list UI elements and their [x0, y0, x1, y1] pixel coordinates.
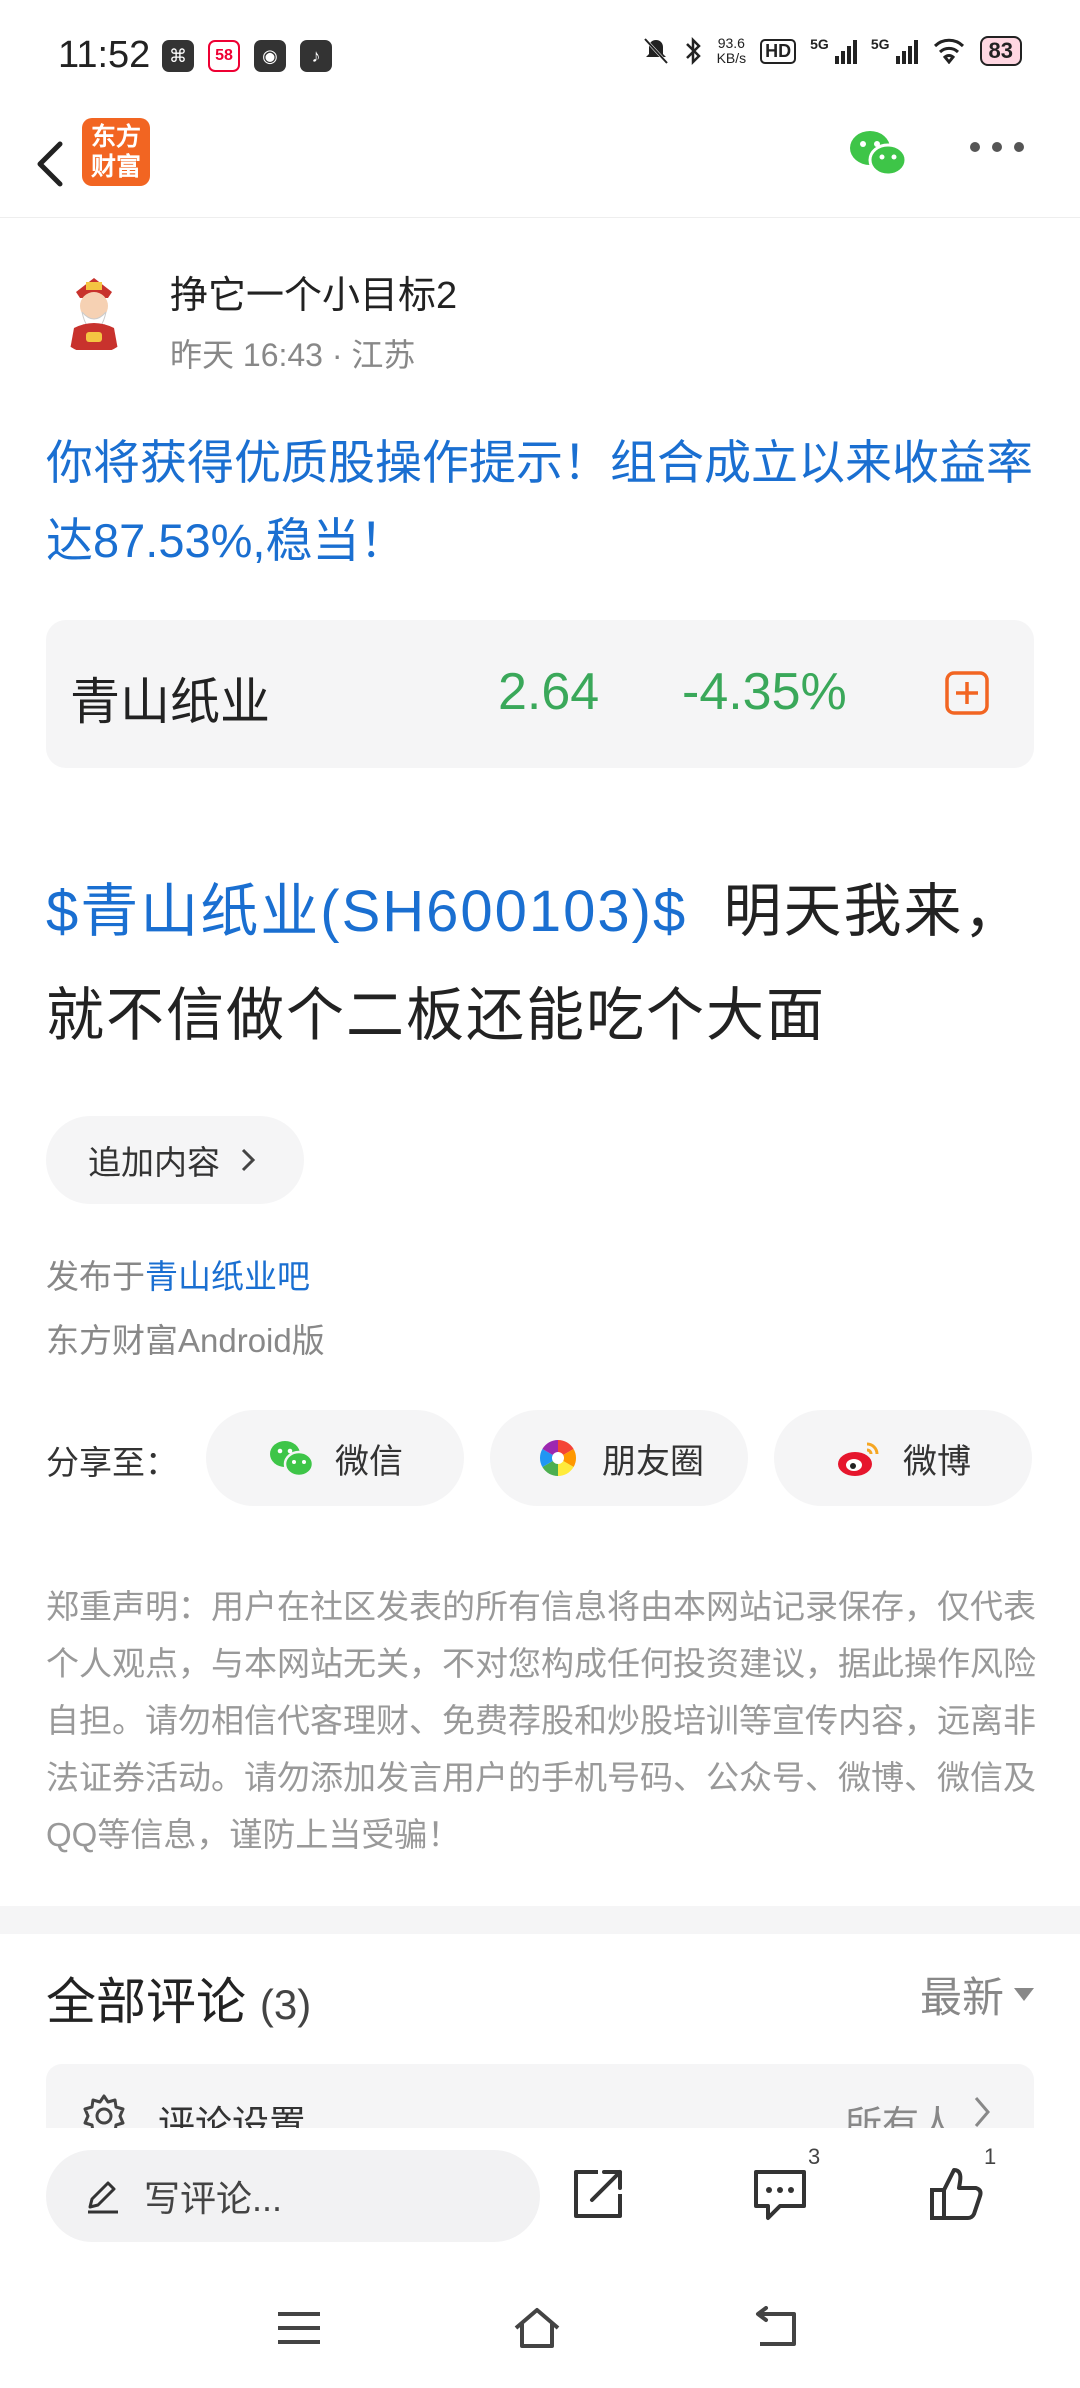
notification-icons: ⌘ 58 ◉ ♪ — [162, 40, 332, 72]
add-to-watchlist-icon[interactable] — [944, 670, 990, 716]
game-controller-icon: ◉ — [254, 40, 286, 72]
comments-count: (3) — [259, 1981, 312, 2028]
published-in: 发布于青山纸业吧 — [46, 1250, 310, 1298]
comment-settings-row[interactable]: 评论设置 所有人 — [46, 2064, 1034, 2128]
58-app-icon: 58 — [208, 40, 240, 72]
client-source: 东方财富Android版 — [46, 1322, 325, 1359]
share-wechat-label: 微信 — [335, 1442, 403, 1481]
sort-dropdown[interactable]: 最新 — [920, 1964, 1034, 2025]
bottom-action-bar: 写评论... 3 1 — [0, 2128, 1080, 2264]
signal-2-icon — [895, 38, 918, 64]
bluetooth-icon — [685, 36, 701, 66]
share-weibo-button[interactable]: 微博 — [774, 1410, 1032, 1506]
write-comment-input[interactable]: 写评论... — [46, 2150, 540, 2242]
published-prefix: 发布于 — [46, 1258, 145, 1295]
post-content: $青山纸业(SH600103)$ 明天我来，就不信做个二板还能吃个大面 — [46, 860, 1036, 1068]
author-avatar[interactable] — [52, 270, 136, 354]
pencil-icon — [88, 2181, 118, 2214]
chevron-right-icon — [974, 2097, 990, 2127]
mute-bell-icon — [643, 37, 668, 65]
signal-1-icon — [834, 38, 857, 64]
like-count-badge: 1 — [984, 2144, 997, 2169]
section-divider — [0, 1906, 1080, 1934]
chevron-right-icon — [241, 1148, 256, 1172]
comment-settings-value: 所有人 — [845, 2104, 956, 2128]
author-name[interactable]: 挣它一个小目标2 — [170, 264, 457, 319]
like-thumb-icon[interactable] — [926, 2164, 986, 2224]
stock-quote-card[interactable]: 青山纸业 2.64 -4.35% — [46, 620, 1034, 768]
comment-settings-label: 评论设置 — [158, 2104, 306, 2128]
wifi-icon — [933, 38, 964, 64]
comment-icon[interactable] — [750, 2164, 810, 2224]
append-content-button[interactable]: 追加内容 — [46, 1116, 304, 1204]
signal-2-label: 5G — [870, 36, 890, 52]
share-moments-label: 朋友圈 — [602, 1442, 704, 1481]
comment-count-badge: 3 — [808, 2144, 821, 2169]
stock-price: 2.64 — [498, 663, 600, 721]
system-navigation-bar — [0, 2264, 1080, 2388]
disclaimer-text: 郑重声明：用户在社区发表的所有信息将由本网站记录保存，仅代表个人观点，与本网站无… — [46, 1588, 1036, 1853]
stock-name: 青山纸业 — [70, 674, 270, 730]
moments-icon — [539, 1440, 577, 1476]
status-time: 11:52 — [58, 34, 151, 76]
caret-down-icon — [1014, 1988, 1034, 2001]
stock-link[interactable]: $青山纸业(SH600103)$ — [46, 879, 687, 944]
back-nav-icon[interactable] — [752, 2306, 802, 2350]
signal-1-label: 5G — [810, 36, 829, 52]
wechat-icon — [270, 1441, 315, 1478]
gear-icon — [83, 2094, 125, 2128]
hd-voice-icon: HD — [760, 38, 797, 64]
eastmoney-logo: 东方 财富 — [82, 118, 150, 186]
append-content-label: 追加内容 — [88, 1144, 220, 1181]
wechat-share-icon[interactable] — [846, 122, 910, 186]
share-external-icon[interactable] — [568, 2164, 628, 2224]
post-meta: 昨天 16:43 · 江苏 — [170, 337, 416, 373]
share-label: 分享至： — [46, 1444, 178, 1481]
promo-banner-text[interactable]: 你将获得优质股操作提示！组合成立以来收益率达87.53%,稳当！ — [46, 424, 1036, 580]
app-notification-icon: ⌘ — [162, 40, 194, 72]
network-speed: 93.6 KB/s — [716, 35, 747, 66]
system-status-icons: 93.6 KB/s HD 5G 5G 83 — [643, 36, 1022, 66]
comments-title: 全部评论 (3) — [46, 1974, 312, 2030]
home-icon[interactable] — [512, 2306, 562, 2350]
more-options-icon[interactable] — [970, 142, 1024, 152]
weibo-icon — [838, 1442, 879, 1476]
write-comment-placeholder: 写评论... — [144, 2178, 283, 2219]
stock-bar-link[interactable]: 青山纸业吧 — [145, 1258, 310, 1295]
share-moments-button[interactable]: 朋友圈 — [490, 1410, 748, 1506]
share-wechat-button[interactable]: 微信 — [206, 1410, 464, 1506]
share-weibo-label: 微博 — [903, 1442, 971, 1481]
menu-icon[interactable] — [274, 2306, 324, 2350]
top-app-bar: 东方 财富 — [0, 112, 1080, 218]
battery-indicator: 83 — [979, 36, 1022, 66]
back-arrow-icon[interactable] — [24, 134, 78, 194]
sort-label: 最新 — [919, 1974, 1004, 2021]
stock-change: -4.35% — [682, 663, 847, 721]
tiktok-icon: ♪ — [300, 40, 332, 72]
status-bar: 11:52 ⌘ 58 ◉ ♪ 93.6 KB/s HD 5G 5G 83 — [0, 0, 1080, 112]
